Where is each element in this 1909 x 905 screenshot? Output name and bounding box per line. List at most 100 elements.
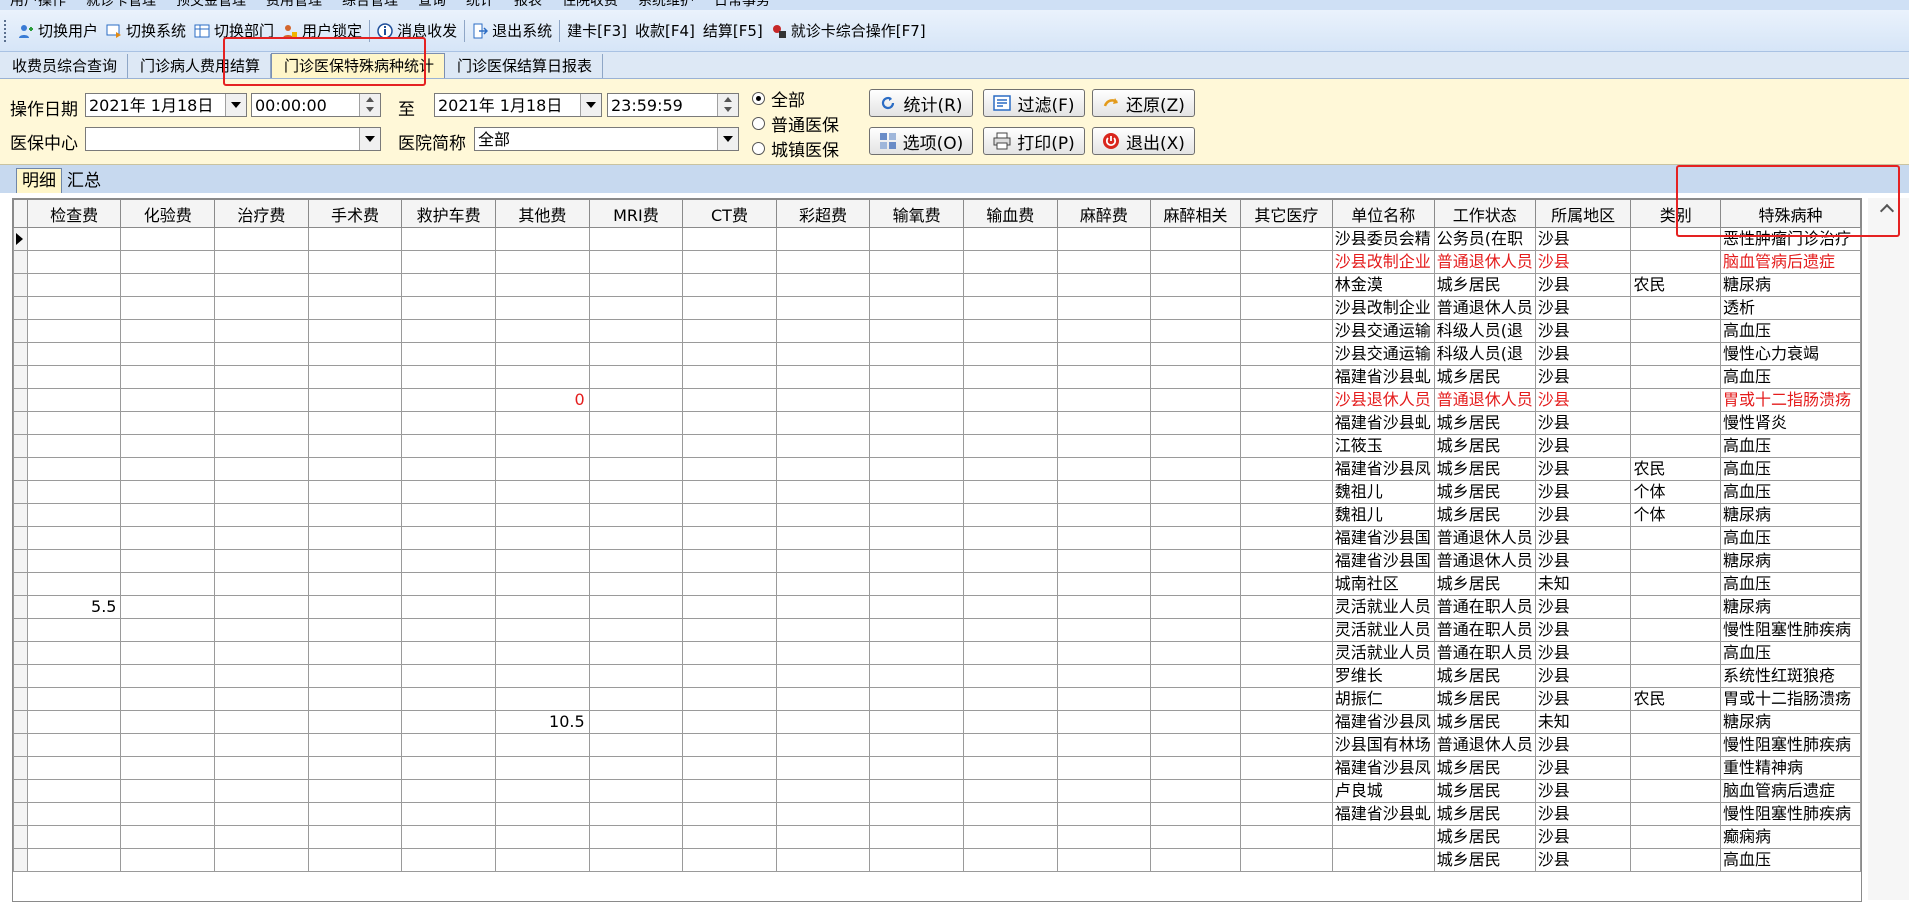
- row-indicator[interactable]: [13, 825, 28, 849]
- toolbar-button[interactable]: 建卡[F3]: [563, 18, 631, 44]
- table-row[interactable]: 江筱玉 城乡居民 沙县 高血压: [13, 434, 1861, 458]
- row-indicator[interactable]: [13, 687, 28, 711]
- toolbar-button[interactable]: 用户锁定: [278, 18, 366, 44]
- tab-module[interactable]: 门诊医保特殊病种统计: [271, 53, 446, 78]
- column-header[interactable]: 输氧费: [869, 199, 964, 228]
- table-row[interactable]: 0 沙县退休人员 普通退休人员 沙县 胃或十二指肠溃疡: [13, 388, 1861, 412]
- table-row[interactable]: 福建省沙县虬 城乡居民 沙县 慢性阻塞性肺疾病: [13, 802, 1861, 826]
- tab-module[interactable]: 收费员综合查询: [0, 54, 129, 78]
- row-indicator[interactable]: [13, 434, 28, 458]
- table-row[interactable]: 灵活就业人员 普通在职人员 沙县 慢性阻塞性肺疾病: [13, 618, 1861, 642]
- table-row[interactable]: 福建省沙县凤 城乡居民 沙县 农民 高血压: [13, 457, 1861, 481]
- menu-item[interactable]: 系统维护: [638, 0, 694, 9]
- column-header[interactable]: 治疗费: [214, 199, 309, 228]
- column-header[interactable]: 救护车费: [401, 199, 497, 228]
- menu-item[interactable]: 用户操作: [10, 0, 66, 9]
- table-row[interactable]: 胡振仁 城乡居民 沙县 农民 胃或十二指肠溃疡: [13, 687, 1861, 711]
- row-indicator[interactable]: [13, 503, 28, 527]
- table-row[interactable]: 福建省沙县凤 城乡居民 沙县 重性精神病: [13, 756, 1861, 780]
- row-indicator[interactable]: [13, 273, 28, 297]
- row-indicator[interactable]: [13, 733, 28, 757]
- menu-item[interactable]: 就诊卡管理: [86, 0, 156, 9]
- row-indicator[interactable]: [13, 411, 28, 435]
- table-row[interactable]: 沙县交通运输 科级人员(退 沙县 高血压: [13, 319, 1861, 343]
- table-row[interactable]: 沙县国有林场 普通退休人员 沙县 慢性阻塞性肺疾病: [13, 733, 1861, 757]
- toolbar-button[interactable]: 切换部门: [190, 18, 278, 44]
- center-select[interactable]: [85, 127, 381, 151]
- row-indicator[interactable]: [13, 848, 28, 872]
- table-row[interactable]: 沙县委员会精 公务员(在职 沙县 恶性肿瘤门诊治疗: [13, 227, 1861, 251]
- table-row[interactable]: 沙县交通运输 科级人员(退 沙县 慢性心力衰竭: [13, 342, 1861, 366]
- menu-item[interactable]: 综合管理: [342, 0, 398, 9]
- row-indicator[interactable]: [13, 342, 28, 366]
- chevron-down-icon[interactable]: [580, 94, 601, 116]
- radio-normal-insurance[interactable]: 普通医保: [752, 111, 839, 136]
- exit-button[interactable]: 退出(X): [1092, 127, 1195, 155]
- row-indicator[interactable]: [13, 595, 28, 619]
- row-indicator[interactable]: [13, 250, 28, 274]
- radio-dot[interactable]: [752, 117, 765, 130]
- row-indicator[interactable]: [13, 779, 28, 803]
- table-row[interactable]: 10.5 福建省沙县凤 城乡居民 未知 糖尿病: [13, 710, 1861, 734]
- row-indicator[interactable]: [13, 388, 28, 412]
- menu-item[interactable]: 预交金管理: [176, 0, 246, 9]
- toolbar-button[interactable]: 切换用户: [14, 18, 102, 44]
- table-row[interactable]: 沙县改制企业 普通退休人员 沙县 脑血管病后遗症: [13, 250, 1861, 274]
- row-indicator[interactable]: [13, 480, 28, 504]
- table-row[interactable]: 魏祖儿 城乡居民 沙县 个体 高血压: [13, 480, 1861, 504]
- column-header[interactable]: 手术费: [307, 199, 403, 228]
- spinner-icon[interactable]: [359, 94, 380, 116]
- column-header[interactable]: 特殊病种: [1719, 199, 1861, 228]
- toolbar-button[interactable]: 收款[F4]: [631, 18, 699, 44]
- row-indicator[interactable]: [13, 641, 28, 665]
- filter-button[interactable]: 过滤(F): [983, 89, 1085, 117]
- row-indicator[interactable]: [13, 710, 28, 734]
- row-indicator[interactable]: [13, 319, 28, 343]
- table-row[interactable]: 城乡居民 沙县 高血压: [13, 848, 1861, 872]
- table-row[interactable]: 城南社区 城乡居民 未知 高血压: [13, 572, 1861, 596]
- radio-dot[interactable]: [752, 142, 765, 155]
- column-header[interactable]: CT费: [682, 199, 777, 228]
- print-button[interactable]: 打印(P): [983, 127, 1085, 155]
- start-time-input[interactable]: 00:00:00: [251, 93, 381, 117]
- toolbar-button[interactable]: 结算[F5]: [699, 18, 767, 44]
- row-indicator[interactable]: [13, 227, 28, 251]
- column-header[interactable]: 单位名称: [1331, 199, 1435, 228]
- column-header[interactable]: 彩超费: [775, 199, 871, 228]
- column-header[interactable]: MRI费: [588, 199, 684, 228]
- chevron-down-icon[interactable]: [225, 94, 246, 116]
- row-indicator[interactable]: [13, 756, 28, 780]
- column-header[interactable]: 输血费: [962, 199, 1058, 228]
- chevron-down-icon[interactable]: [717, 128, 738, 150]
- tab-module[interactable]: 门诊医保结算日报表: [445, 54, 604, 78]
- radio-dot[interactable]: [752, 92, 765, 105]
- column-header[interactable]: 其他费: [495, 199, 590, 228]
- toolbar-button[interactable]: 切换系统: [102, 18, 190, 44]
- toolbar-grip[interactable]: [4, 19, 10, 42]
- menu-item[interactable]: 费用管理: [266, 0, 322, 9]
- column-header[interactable]: 工作状态: [1433, 199, 1536, 228]
- toolbar-button[interactable]: 消息收发: [373, 18, 461, 44]
- table-row[interactable]: 灵活就业人员 普通在职人员 沙县 高血压: [13, 641, 1861, 665]
- start-date-picker[interactable]: 2021年 1月18日: [85, 93, 247, 117]
- column-header[interactable]: 其它医疗: [1239, 199, 1333, 228]
- row-indicator[interactable]: [13, 365, 28, 389]
- column-header[interactable]: 麻醉相关: [1150, 199, 1241, 228]
- column-header[interactable]: 所属地区: [1534, 199, 1632, 228]
- menu-item[interactable]: 日常事务: [714, 0, 770, 9]
- column-header[interactable]: 检查费: [26, 199, 122, 228]
- table-row[interactable]: 魏祖儿 城乡居民 沙县 个体 糖尿病: [13, 503, 1861, 527]
- table-row[interactable]: 福建省沙县虬 城乡居民 沙县 慢性肾炎: [13, 411, 1861, 435]
- row-indicator[interactable]: [13, 618, 28, 642]
- table-row[interactable]: 沙县改制企业 普通退休人员 沙县 透析: [13, 296, 1861, 320]
- end-date-picker[interactable]: 2021年 1月18日: [434, 93, 602, 117]
- toolbar-button[interactable]: 退出系统: [468, 18, 556, 44]
- tab-detail[interactable]: 明细: [16, 168, 62, 193]
- column-header[interactable]: 化验费: [120, 199, 216, 228]
- table-row[interactable]: 林金漠 城乡居民 沙县 农民 糖尿病: [13, 273, 1861, 297]
- options-button[interactable]: 选项(O): [869, 127, 973, 155]
- radio-urban-insurance[interactable]: 城镇医保: [752, 136, 839, 161]
- table-row[interactable]: 卢良城 城乡居民 沙县 脑血管病后遗症: [13, 779, 1861, 803]
- vertical-scrollbar[interactable]: [1868, 198, 1909, 900]
- table-row[interactable]: 罗维长 城乡居民 沙县 系统性红斑狼疮: [13, 664, 1861, 688]
